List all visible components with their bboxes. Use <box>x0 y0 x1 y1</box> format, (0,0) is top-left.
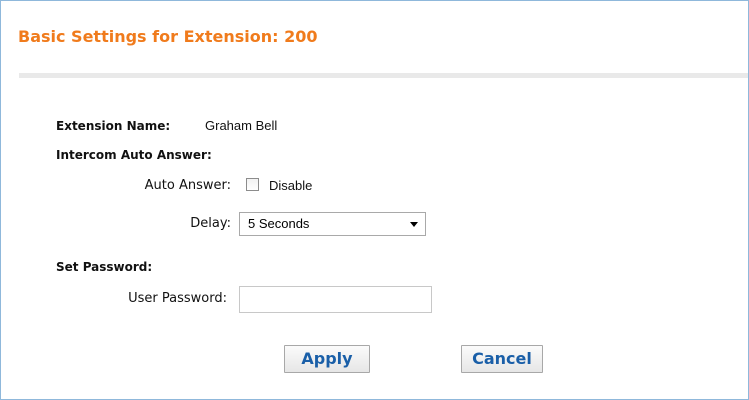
chevron-down-icon[interactable] <box>410 222 418 227</box>
settings-panel: Basic Settings for Extension: 200 Extens… <box>0 0 749 400</box>
auto-answer-label: Auto Answer: <box>144 178 231 193</box>
delay-select[interactable]: 5 Seconds <box>239 212 426 236</box>
cancel-button[interactable]: Cancel <box>461 345 543 373</box>
auto-answer-checkbox[interactable] <box>246 178 259 191</box>
extension-name-value: Graham Bell <box>205 118 278 133</box>
intercom-section-label: Intercom Auto Answer: <box>56 148 212 162</box>
password-section-label: Set Password: <box>56 260 153 274</box>
apply-button[interactable]: Apply <box>284 345 370 373</box>
delay-select-value: 5 Seconds <box>248 216 310 231</box>
user-password-input[interactable] <box>239 286 432 313</box>
extension-name-label: Extension Name: <box>56 119 171 133</box>
auto-answer-checkbox-label[interactable]: Disable <box>269 178 312 194</box>
header-divider <box>19 73 748 78</box>
page-title: Basic Settings for Extension: 200 <box>18 27 318 46</box>
user-password-label: User Password: <box>128 291 227 306</box>
delay-label: Delay: <box>190 216 231 231</box>
